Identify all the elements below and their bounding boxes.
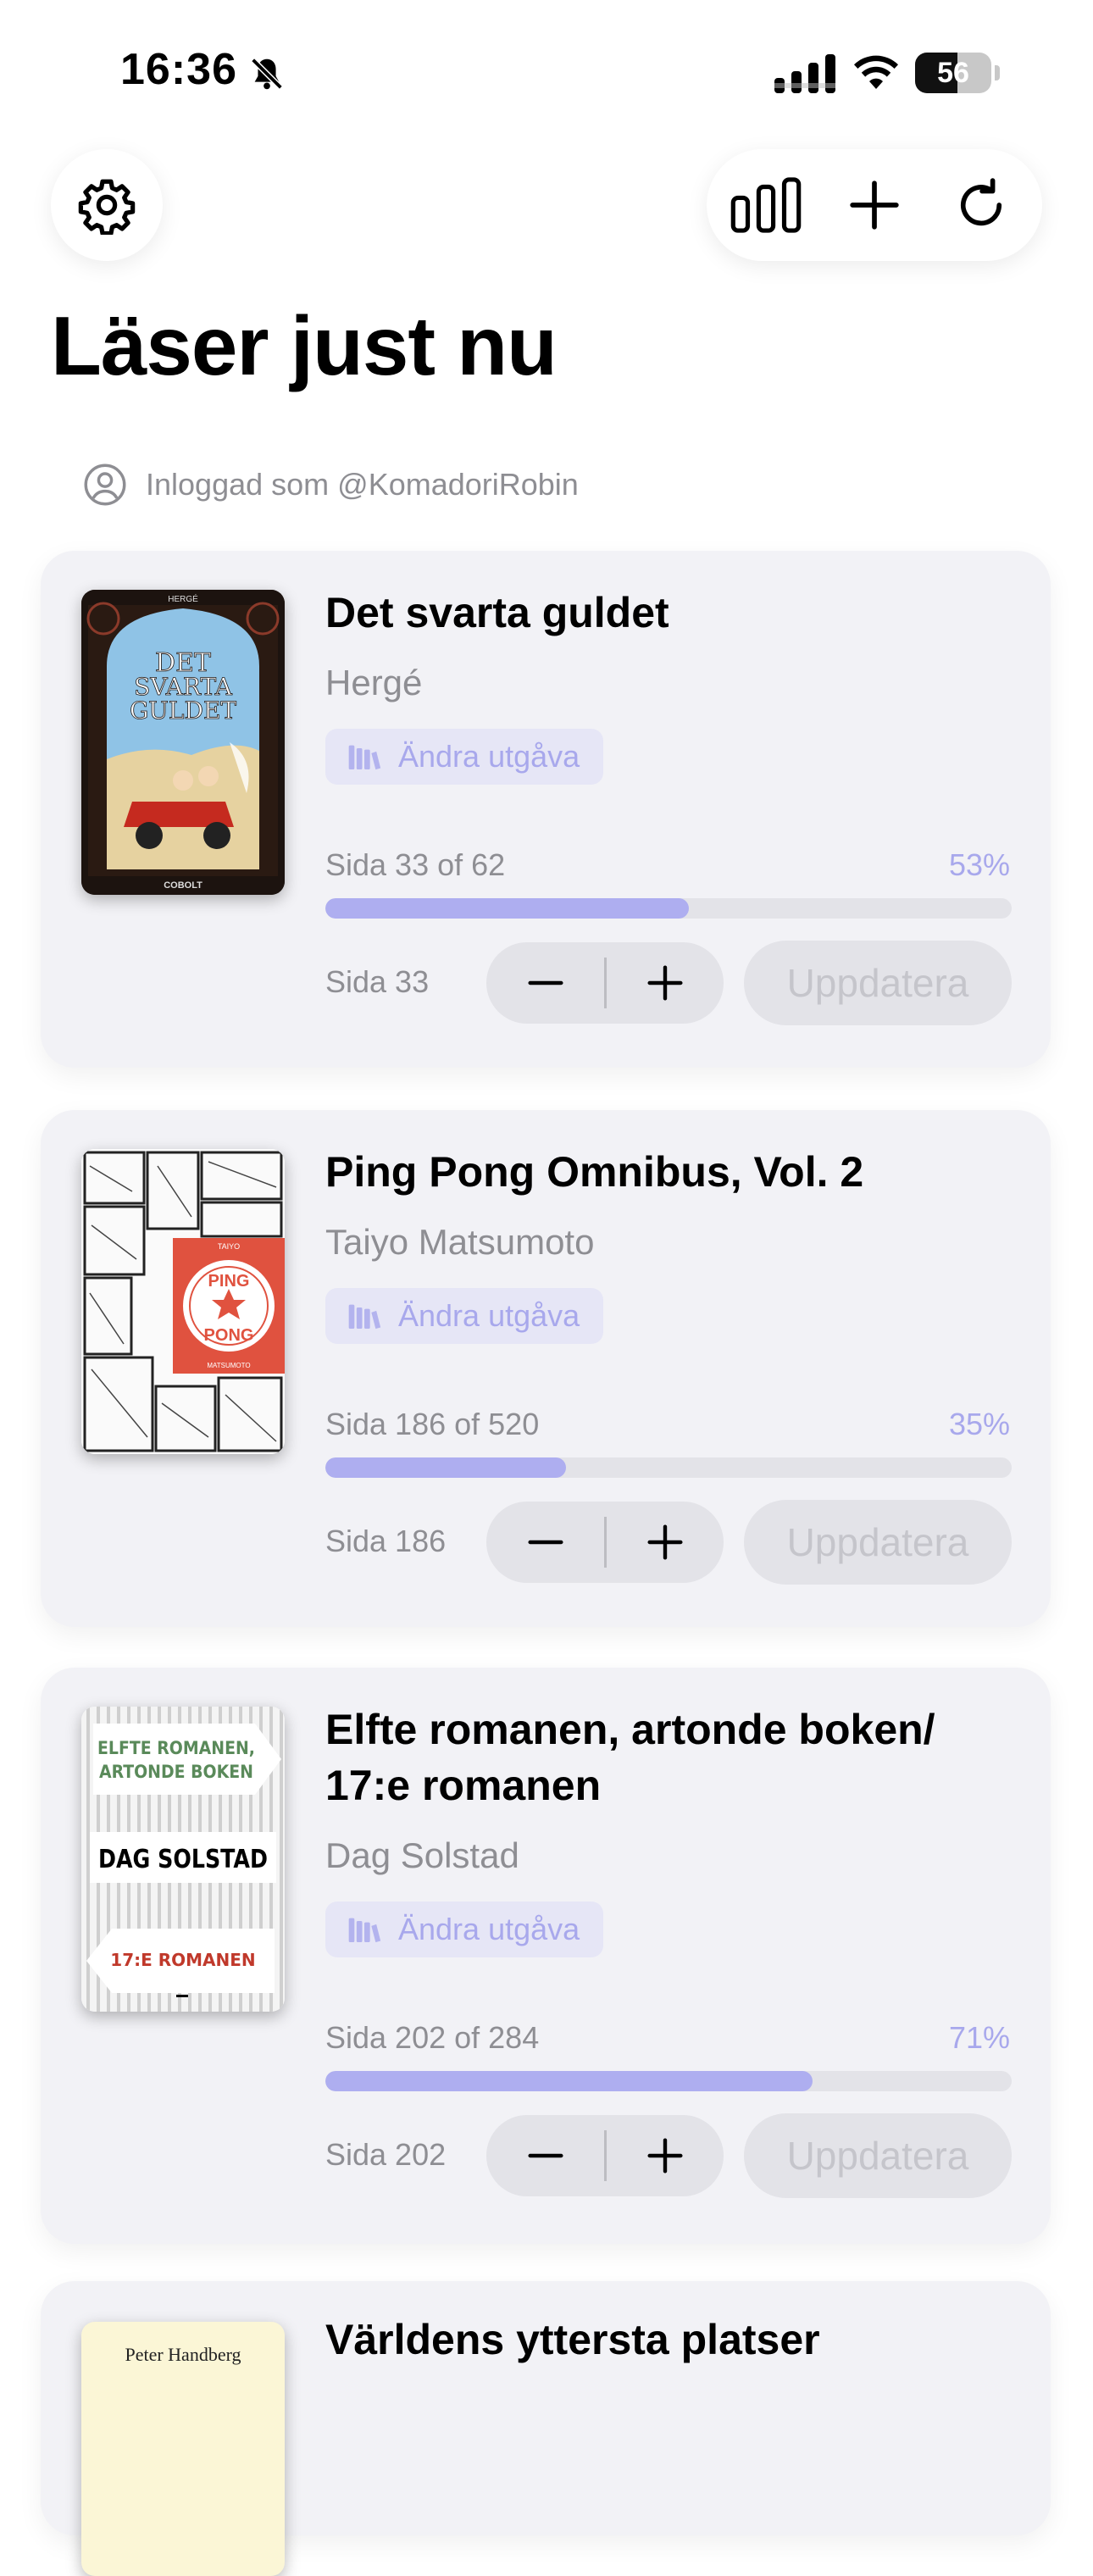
books-icon	[348, 745, 381, 770]
book-author: Dag Solstad	[325, 1835, 519, 1875]
svg-text:COBOLT: COBOLT	[164, 880, 203, 891]
current-page-label: Sida 202	[325, 2137, 447, 2172]
plus-icon	[850, 180, 899, 230]
page-stepper	[486, 942, 724, 1024]
person-circle-icon	[84, 464, 126, 506]
bell-slash-icon	[251, 58, 283, 90]
progress-bar	[325, 1457, 1012, 1478]
change-edition-label: Ändra utgåva	[398, 739, 580, 774]
progress-label: Sida 202 of 284	[325, 2020, 540, 2055]
book-cover: Peter Handberg	[81, 2322, 285, 2576]
minus-icon	[527, 980, 563, 985]
plus-icon	[646, 1524, 683, 1560]
plus-icon	[646, 2138, 683, 2174]
decrement-page-button[interactable]	[486, 942, 604, 1024]
book-title: Det svarta guldet	[325, 589, 669, 636]
page-title: Läser just nu	[51, 299, 558, 392]
progress-fill	[325, 1457, 566, 1478]
logged-in-info: Inloggad som @KomadoriRobin	[83, 461, 579, 508]
svg-text:ELFTE ROMANEN,: ELFTE ROMANEN,	[97, 1738, 255, 1758]
current-page-label: Sida 33	[325, 964, 430, 999]
cover-author: Peter Handberg	[125, 2344, 241, 2365]
refresh-button[interactable]	[925, 149, 1037, 261]
toolbar-actions	[707, 149, 1042, 261]
change-edition-button[interactable]: Ändra utgåva	[325, 729, 604, 785]
book-cover: ELFTE ROMANEN, ARTONDE BOKEN DAG SOLSTAD…	[81, 1707, 285, 2012]
book-author: Taiyo Matsumoto	[325, 1222, 595, 1262]
svg-text:MATSUMOTO: MATSUMOTO	[207, 1362, 250, 1369]
cellular-signal-icon	[774, 54, 835, 93]
battery-level: 56	[937, 57, 969, 89]
svg-text:DAG SOLSTAD: DAG SOLSTAD	[98, 1845, 268, 1874]
settings-button[interactable]	[51, 149, 163, 261]
book-card: Peter Handberg Världens yttersta platser	[41, 2281, 1051, 2576]
svg-text:17:E ROMANEN: 17:E ROMANEN	[110, 1950, 255, 1970]
book-card: DET SVARTA GULDET HERGÉ COBOLT Det svart…	[41, 551, 1051, 1068]
change-edition-button[interactable]: Ändra utgåva	[325, 1288, 604, 1344]
increment-page-button[interactable]	[606, 2115, 724, 2196]
current-page-label: Sida 186	[325, 1524, 447, 1558]
statistics-button[interactable]	[710, 149, 822, 261]
book-cover: TAIYO PING PONG MATSUMOTO	[81, 1149, 285, 1454]
book-card: TAIYO PING PONG MATSUMOTO Ping Pong Omni…	[41, 1110, 1051, 1627]
book-title: Världens yttersta platser	[325, 2316, 820, 2363]
increment-page-button[interactable]	[606, 1502, 724, 1583]
change-edition-label: Ändra utgåva	[398, 1912, 580, 1946]
battery-icon: 56	[915, 53, 1000, 93]
progress-bar	[325, 2071, 1012, 2091]
decrement-page-button[interactable]	[486, 1502, 604, 1583]
status-bar: 16:36 56	[0, 0, 1093, 153]
logged-in-label: Inloggad som @KomadoriRobin	[146, 467, 579, 502]
svg-text:HERGÉ: HERGÉ	[168, 593, 198, 604]
progress-percent: 71%	[948, 2020, 1010, 2055]
add-book-button[interactable]	[818, 149, 930, 261]
progress-fill	[325, 898, 690, 919]
svg-text:PONG: PONG	[204, 1326, 254, 1345]
progress-fill	[325, 2071, 813, 2091]
minus-icon	[527, 2153, 563, 2158]
decrement-page-button[interactable]	[486, 2115, 604, 2196]
page-stepper	[486, 1502, 724, 1583]
book-cover: DET SVARTA GULDET HERGÉ COBOLT	[81, 590, 285, 895]
progress-label: Sida 33 of 62	[325, 847, 506, 882]
book-title: Elfte romanen, artonde boken/ 17:e roman…	[325, 1706, 935, 1809]
update-button[interactable]: Uppdatera	[744, 941, 1012, 1025]
progress-bar	[325, 898, 1012, 919]
change-edition-label: Ändra utgåva	[398, 1298, 580, 1333]
book-title: Ping Pong Omnibus, Vol. 2	[325, 1148, 864, 1196]
book-author: Hergé	[325, 663, 423, 702]
update-button[interactable]: Uppdatera	[744, 1500, 1012, 1585]
svg-text:TAIYO: TAIYO	[218, 1242, 240, 1251]
minus-icon	[527, 1540, 563, 1545]
books-icon	[348, 1918, 381, 1943]
increment-page-button[interactable]	[606, 942, 724, 1024]
plus-icon	[646, 965, 683, 1001]
svg-text:PING: PING	[208, 1272, 250, 1291]
bar-chart-icon	[730, 177, 802, 233]
gear-icon	[78, 179, 136, 235]
wifi-icon	[854, 55, 898, 89]
change-edition-button[interactable]: Ändra utgåva	[325, 1901, 604, 1957]
progress-label: Sida 186 of 520	[325, 1407, 540, 1441]
refresh-icon	[960, 178, 1002, 226]
page-stepper	[486, 2115, 724, 2196]
update-button[interactable]: Uppdatera	[744, 2113, 1012, 2198]
progress-percent: 53%	[948, 847, 1010, 882]
status-time: 16:36	[120, 45, 237, 94]
svg-text:GULDET: GULDET	[130, 697, 236, 724]
svg-text:ARTONDE BOKEN: ARTONDE BOKEN	[99, 1762, 253, 1782]
book-card: ELFTE ROMANEN, ARTONDE BOKEN DAG SOLSTAD…	[41, 1668, 1051, 2244]
progress-percent: 35%	[948, 1407, 1010, 1441]
books-icon	[348, 1304, 381, 1330]
